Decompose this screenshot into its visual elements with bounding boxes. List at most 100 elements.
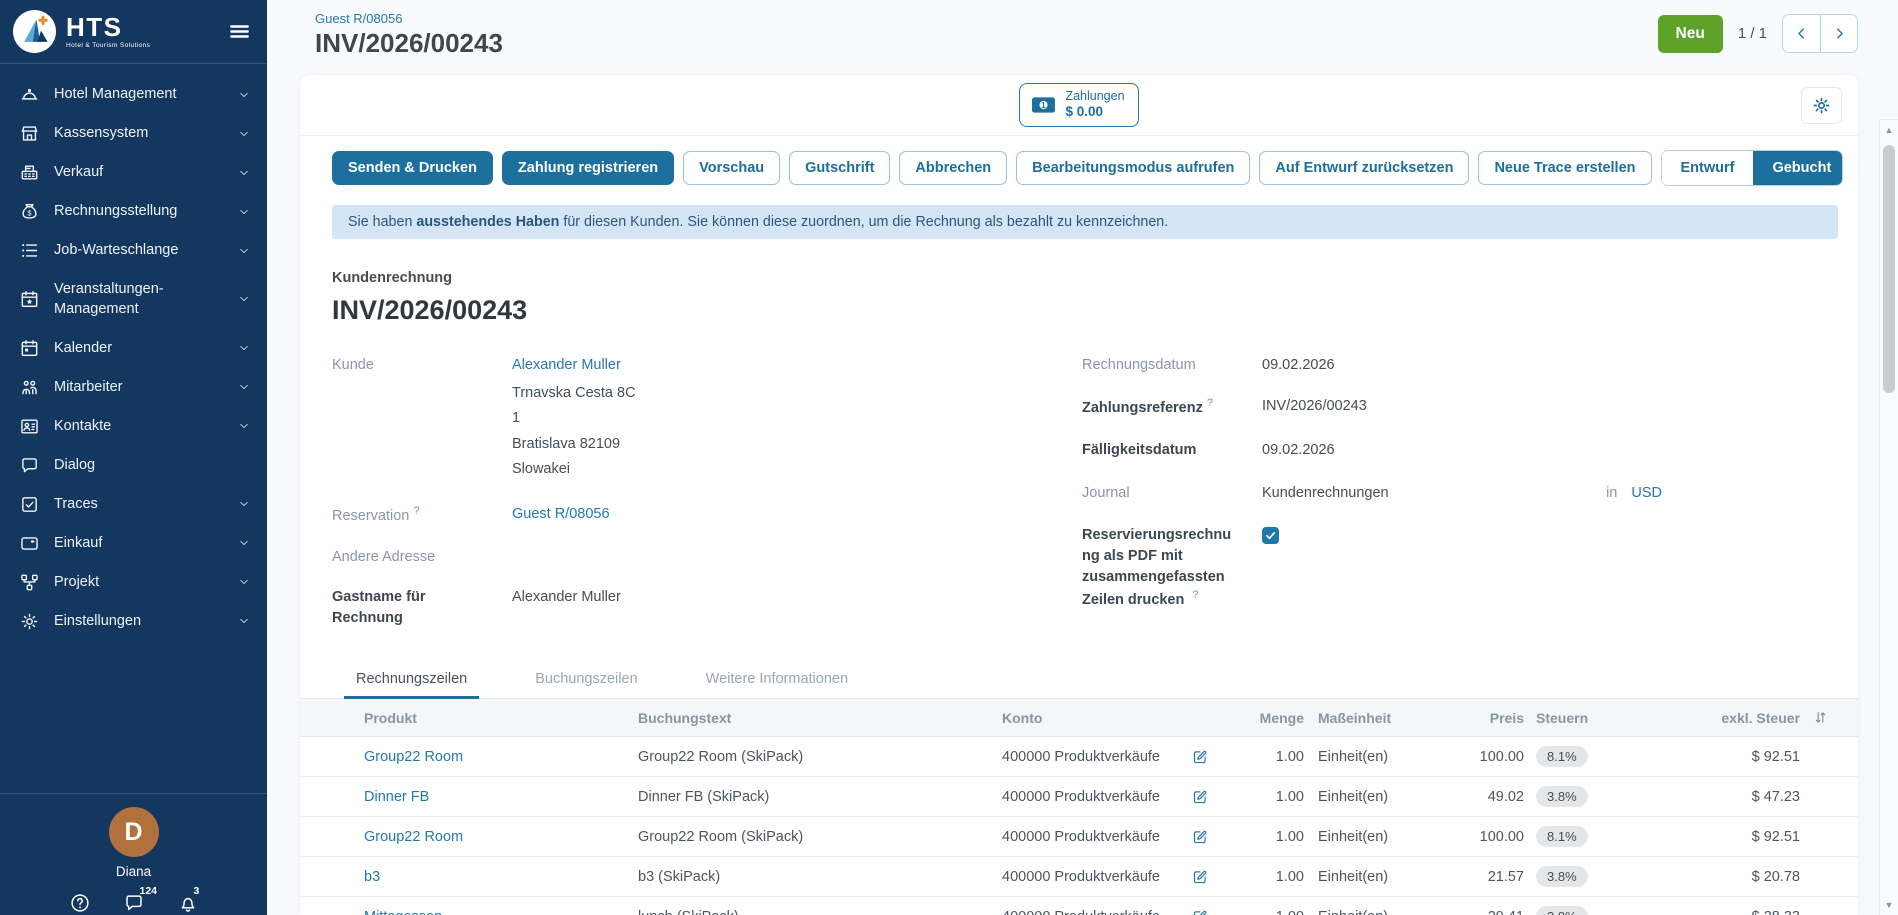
tax-badge[interactable]: 3.8%	[1536, 866, 1588, 887]
uom-value[interactable]: Einheit(en)	[1308, 909, 1468, 915]
optional-columns-button[interactable]	[1804, 709, 1858, 726]
scroll-up-arrow-icon[interactable]: ▲	[1880, 121, 1898, 139]
messages-icon[interactable]: 124	[123, 892, 145, 914]
quantity-value[interactable]: 1.00	[1220, 829, 1308, 845]
help-marker-icon[interactable]: ?	[1192, 589, 1198, 601]
sidebar-item-traces[interactable]: Traces	[0, 485, 267, 524]
action-abbrechen-button[interactable]: Abbrechen	[899, 151, 1007, 185]
action-bearbeitungsmodus-aufrufen-button[interactable]: Bearbeitungsmodus aufrufen	[1016, 151, 1250, 185]
product-link[interactable]: Mittagessen	[364, 909, 442, 915]
edit-line-button[interactable]	[1180, 828, 1220, 846]
col-header-exkl-steuer[interactable]: exkl. Steuer	[1678, 710, 1804, 726]
edit-line-button[interactable]	[1180, 748, 1220, 766]
action-vorschau-button[interactable]: Vorschau	[683, 151, 780, 185]
sidebar-item-kassensystem[interactable]: Kassensystem	[0, 114, 267, 153]
product-link[interactable]: Group22 Room	[364, 829, 463, 845]
quantity-value[interactable]: 1.00	[1220, 749, 1308, 765]
sidebar-item-job-warteschlange[interactable]: Job-Warteschlange	[0, 231, 267, 270]
tab-rechnungszeilen[interactable]: Rechnungszeilen	[344, 661, 479, 699]
account-value[interactable]: 400000 Produktverkäufe	[995, 789, 1180, 805]
col-header-masseinheit[interactable]: Maßeinheit	[1308, 710, 1468, 726]
account-value[interactable]: 400000 Produktverkäufe	[995, 869, 1180, 885]
payment-ref-value[interactable]: INV/2026/00243	[1262, 396, 1662, 419]
sidebar-item-einstellungen[interactable]: Einstellungen	[0, 602, 267, 641]
payments-stat-button[interactable]: 1 Zahlungen $ 0.00	[1019, 83, 1138, 127]
edit-line-button[interactable]	[1180, 788, 1220, 806]
product-link[interactable]: Group22 Room	[364, 749, 463, 765]
customer-link[interactable]: Alexander Muller	[512, 357, 621, 373]
line-label[interactable]: b3 (SkiPack)	[630, 869, 995, 885]
help-marker-icon[interactable]: ?	[413, 505, 419, 517]
pdf-summary-checkbox[interactable]	[1262, 527, 1279, 544]
quantity-value[interactable]: 1.00	[1220, 789, 1308, 805]
col-header-steuern[interactable]: Steuern	[1528, 710, 1678, 726]
next-record-button[interactable]	[1820, 15, 1857, 52]
account-value[interactable]: 400000 Produktverkäufe	[995, 829, 1180, 845]
tax-badge[interactable]: 3.8%	[1536, 786, 1588, 807]
invoice-date-value[interactable]: 09.02.2026	[1262, 355, 1662, 376]
price-value[interactable]: 21.57	[1468, 869, 1528, 885]
new-button[interactable]: Neu	[1658, 15, 1723, 53]
scrollbar-thumb[interactable]	[1883, 145, 1895, 393]
price-value[interactable]: 100.00	[1468, 829, 1528, 845]
settings-gear-button[interactable]	[1801, 87, 1842, 124]
guest-name-value[interactable]: Alexander Muller	[512, 587, 1032, 629]
reservation-link[interactable]: Guest R/08056	[512, 506, 610, 522]
product-link[interactable]: Dinner FB	[364, 789, 429, 805]
col-header-produkt[interactable]: Produkt	[300, 710, 630, 726]
sidebar-item-veranstaltungen-management[interactable]: Veranstaltungen-Management	[0, 270, 267, 329]
sidebar-item-dialog[interactable]: Dialog	[0, 446, 267, 485]
line-label[interactable]: Group22 Room (SkiPack)	[630, 829, 995, 845]
sidebar-item-einkauf[interactable]: Einkauf	[0, 524, 267, 563]
help-icon[interactable]	[69, 892, 91, 914]
menu-toggle-icon[interactable]	[228, 20, 251, 43]
edit-line-button[interactable]	[1180, 908, 1220, 915]
avatar[interactable]: D	[109, 807, 159, 857]
help-marker-icon[interactable]: ?	[1207, 397, 1213, 409]
uom-value[interactable]: Einheit(en)	[1308, 829, 1468, 845]
sidebar-item-kontakte[interactable]: Kontakte	[0, 407, 267, 446]
line-label[interactable]: Dinner FB (SkiPack)	[630, 789, 995, 805]
action-gutschrift-button[interactable]: Gutschrift	[789, 151, 890, 185]
product-link[interactable]: b3	[364, 869, 380, 885]
edit-line-button[interactable]	[1180, 868, 1220, 886]
other-address-value[interactable]	[512, 547, 1032, 568]
action-neue-trace-erstellen-button[interactable]: Neue Trace erstellen	[1478, 151, 1651, 185]
tax-badge[interactable]: 8.1%	[1536, 746, 1588, 767]
sidebar-item-kalender[interactable]: Kalender	[0, 329, 267, 368]
price-value[interactable]: 29.41	[1468, 909, 1528, 915]
col-header-preis[interactable]: Preis	[1468, 710, 1528, 726]
line-label[interactable]: Group22 Room (SkiPack)	[630, 749, 995, 765]
tax-badge[interactable]: 8.1%	[1536, 826, 1588, 847]
sidebar-item-rechnungsstellung[interactable]: $Rechnungsstellung	[0, 192, 267, 231]
currency-link[interactable]: USD	[1631, 485, 1662, 501]
prev-record-button[interactable]	[1783, 15, 1820, 52]
sidebar-item-hotel-management[interactable]: Hotel Management	[0, 75, 267, 114]
uom-value[interactable]: Einheit(en)	[1308, 869, 1468, 885]
account-value[interactable]: 400000 Produktverkäufe	[995, 749, 1180, 765]
action-zahlung-registrieren-button[interactable]: Zahlung registrieren	[502, 151, 674, 185]
notifications-bell-icon[interactable]: 3	[177, 892, 199, 914]
vertical-scrollbar[interactable]: ▲ ▼	[1879, 119, 1898, 915]
journal-value[interactable]: Kundenrechnungen	[1262, 483, 1389, 504]
tab-weitere-informationen[interactable]: Weitere Informationen	[694, 661, 860, 699]
status-gebucht[interactable]: Gebucht	[1753, 151, 1843, 185]
status-entwurf[interactable]: Entwurf	[1662, 151, 1754, 185]
price-value[interactable]: 100.00	[1468, 749, 1528, 765]
action-auf-entwurf-zurucksetzen-button[interactable]: Auf Entwurf zurücksetzen	[1259, 151, 1469, 185]
sidebar-item-projekt[interactable]: Projekt	[0, 563, 267, 602]
sidebar-item-verkauf[interactable]: Verkauf	[0, 153, 267, 192]
col-header-konto[interactable]: Konto	[995, 710, 1180, 726]
quantity-value[interactable]: 1.00	[1220, 869, 1308, 885]
quantity-value[interactable]: 1.00	[1220, 909, 1308, 915]
due-date-value[interactable]: 09.02.2026	[1262, 440, 1662, 461]
uom-value[interactable]: Einheit(en)	[1308, 789, 1468, 805]
line-label[interactable]: lunch (SkiPack)	[630, 909, 995, 915]
col-header-menge[interactable]: Menge	[1220, 710, 1308, 726]
sidebar-item-mitarbeiter[interactable]: Mitarbeiter	[0, 368, 267, 407]
uom-value[interactable]: Einheit(en)	[1308, 749, 1468, 765]
tax-badge[interactable]: 3.8%	[1536, 906, 1588, 915]
tab-buchungszeilen[interactable]: Buchungszeilen	[523, 661, 649, 699]
breadcrumb[interactable]: Guest R/08056	[315, 11, 503, 26]
account-value[interactable]: 400000 Produktverkäufe	[995, 909, 1180, 915]
